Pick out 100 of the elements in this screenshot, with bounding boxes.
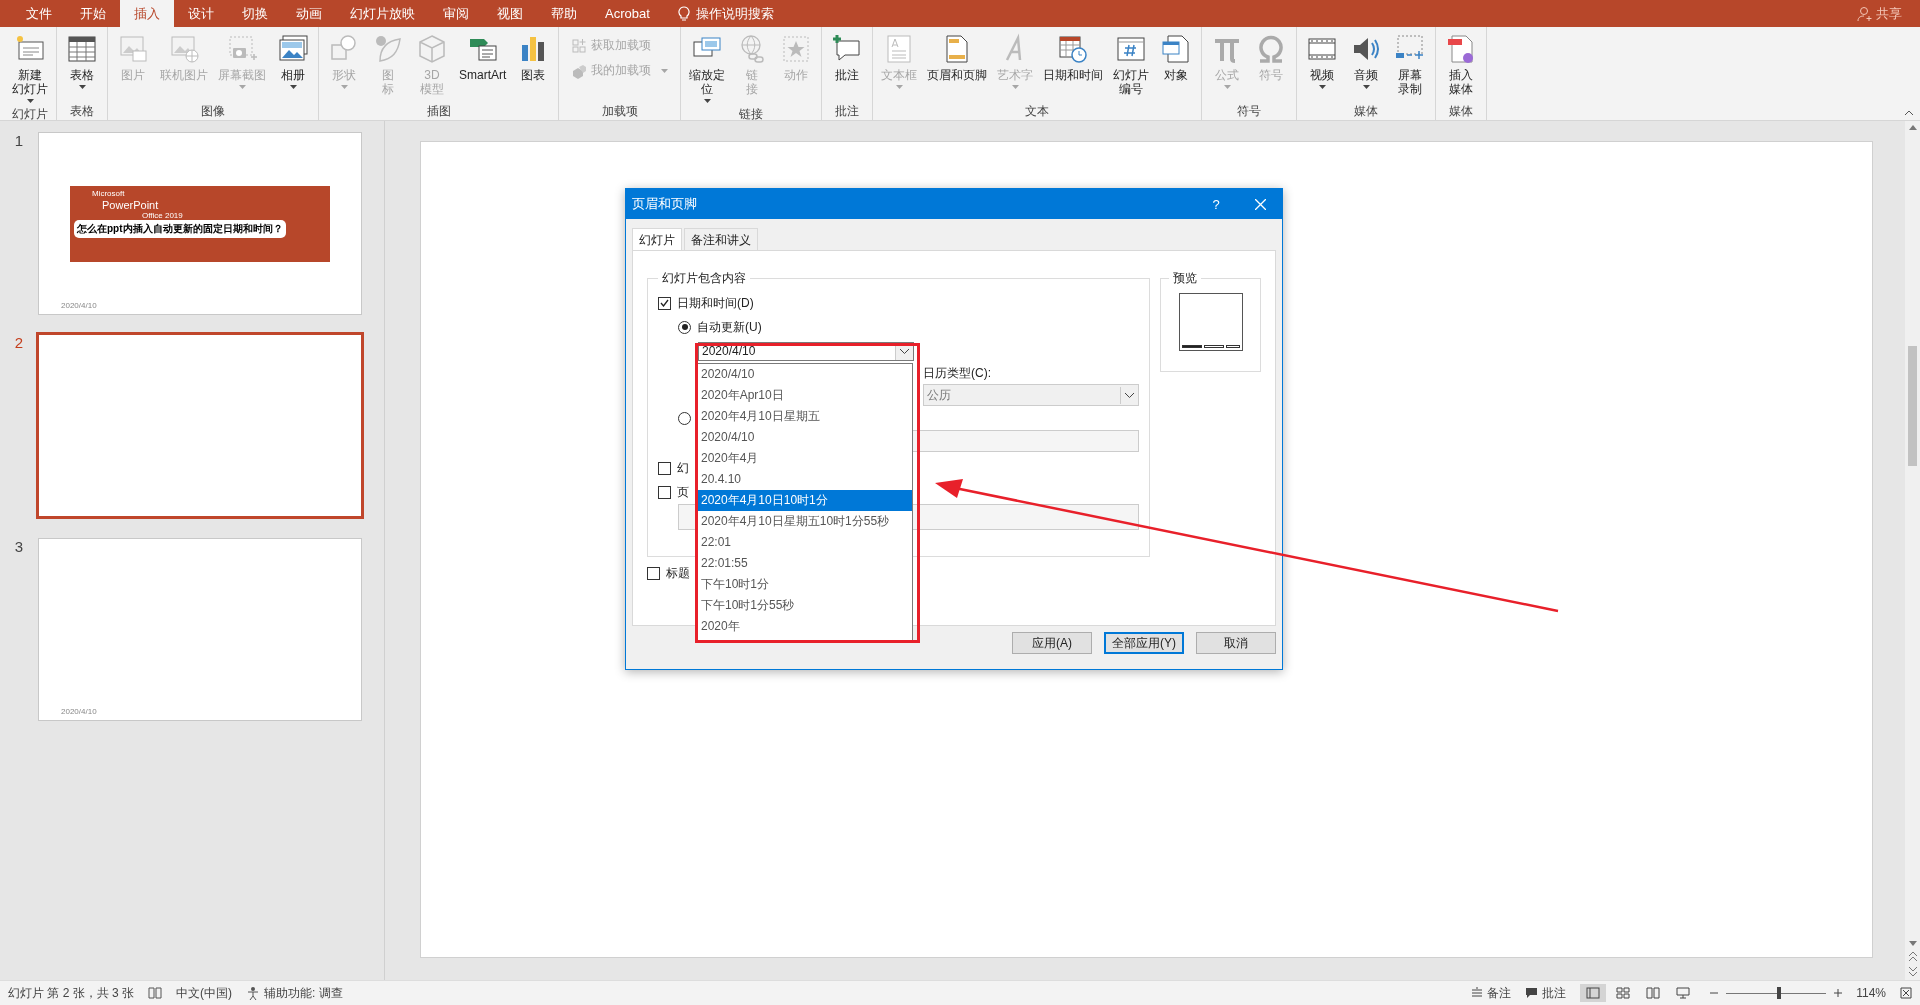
ribbon-button[interactable]: 音频 [1345,31,1388,102]
group-label: 批注 [835,103,860,120]
checkbox-label: 幻 [677,459,689,477]
ribbon-tab[interactable]: 审阅 [429,0,483,27]
accessibility-status[interactable]: 辅助功能: 调查 [264,984,343,1002]
ribbon-tab[interactable]: 切换 [228,0,282,27]
ribbon-button[interactable]: 相册 [272,31,314,102]
dialog-button[interactable]: 应用(A) [1012,632,1092,654]
ribbon-button[interactable]: SmartArt [455,31,511,102]
ribbon-button[interactable]: 视频 [1301,31,1344,102]
caret-icon [289,85,297,89]
ribbon-button[interactable]: 幻灯片 编号 [1109,31,1154,102]
list-option[interactable]: 2020/4/10 [698,364,912,385]
next-slide-icon [1908,967,1917,976]
group-label: 符号 [1237,103,1262,120]
slide-thumbnail[interactable] [36,332,364,519]
radio-button[interactable] [678,411,691,425]
group-label: 媒体 [1354,103,1379,120]
list-option[interactable]: 2020年 [698,616,912,637]
language[interactable]: 中文(中国) [176,984,233,1002]
ribbon-button[interactable]: 批注 [826,31,869,102]
ribbon-tab[interactable]: 动画 [282,0,336,27]
ribbon-button[interactable]: 新建 幻灯片 [8,31,52,105]
group-label: 加载项 [601,103,638,120]
view-button[interactable] [1580,984,1607,1002]
ribbon-button[interactable]: 缩放定 位 [685,31,730,105]
list-option[interactable]: 20.4.10 [698,469,912,490]
ribbon-button[interactable]: 页眉和页脚 [923,31,992,102]
dialog-tab[interactable]: 备注和讲义 [684,228,758,250]
normal-view-icon [1586,987,1601,999]
comments-button[interactable]: 批注 [1542,984,1567,1002]
checkbox[interactable] [647,566,660,580]
ribbon-button[interactable]: 插入 媒体 [1440,31,1483,102]
check-icon [660,299,669,307]
list-option[interactable]: 2020年Apr10日 [698,385,912,406]
ribbon-button[interactable]: 日期和时间 [1039,31,1108,102]
ribbon-button[interactable]: 屏幕 录制 [1389,31,1432,102]
ribbon-tab[interactable]: 文件 [12,0,66,27]
ribbon-button[interactable]: 表格 [61,31,103,102]
list-option[interactable]: 22:01 [698,532,912,553]
ribbon-tab[interactable]: 视图 [483,0,537,27]
slide-thumbnail[interactable]: 2020/4/10 [38,538,362,721]
slide-thumbnail[interactable]: Microsoft PowerPoint Office 2019 怎么在ppt内插入自动更新的固定日期和时间？ 2020/4/10 [38,132,362,315]
checkbox-label: 标题 [666,564,690,582]
checkbox-label: 日期和时间(D) [677,294,754,312]
close-icon [1254,198,1266,210]
ribbon-tab[interactable]: 设计 [174,0,228,27]
list-option[interactable]: 2020年4月10日星期五10时1分55秒 [698,511,912,532]
list-option[interactable]: 下午10时1分 [698,574,912,595]
dialog-title: 页眉和页脚 [632,195,697,213]
notes-button[interactable]: 备注 [1487,984,1512,1002]
list-option[interactable]: 2020/4/10 [698,427,912,448]
footer-date: 2020/4/10 [61,707,97,716]
list-option[interactable]: 2020年4月10日星期五 [698,406,912,427]
cube-icon [416,33,448,65]
list-option[interactable]: 22:01:55 [698,553,912,574]
calendar-dropdown[interactable]: 公历 [923,384,1139,406]
person-add-icon [1857,5,1873,22]
dialog-tab[interactable]: 幻灯片 [632,228,682,251]
grid-view-icon [1616,987,1631,999]
zoom-thumb[interactable] [1777,987,1782,999]
group-label: 表格 [70,103,94,120]
calendar-type-label: 日历类型(C): [923,365,992,382]
edition-text: Office 2019 [142,210,184,220]
blocks-icon [571,62,588,79]
logo-text: Microsoft [92,188,126,198]
zoom-level[interactable]: 114% [1856,986,1886,1000]
tell-me-search[interactable]: 操作说明搜索 [695,4,774,23]
ribbon-tab[interactable]: Acrobat [591,0,664,27]
ribbon-tab[interactable]: 幻灯片放映 [336,0,429,27]
ribbon-button[interactable]: 对象 [1155,31,1198,102]
list-option[interactable]: 下午10时1分55秒 [698,595,912,616]
table-icon [66,33,98,65]
ribbon-button[interactable]: 图表 [512,31,555,102]
dialog-button[interactable]: 取消 [1196,632,1276,654]
previous-slide-icon [1908,952,1917,961]
group-title: 幻灯片包含内容 [661,270,747,287]
zoom-out-icon [1710,989,1719,997]
radio-button[interactable] [678,320,691,334]
help-button[interactable]: ? [1194,196,1238,212]
list-option[interactable]: 2020年4月10日10时1分 [698,490,912,511]
ribbon-tab[interactable]: 插入 [120,0,174,27]
notes-icon [1471,987,1484,999]
group-label: 图像 [201,103,225,120]
checkbox[interactable] [658,461,671,475]
checkbox[interactable] [658,485,671,499]
spell-check-icon [148,986,163,1000]
add-grid-icon [571,37,588,54]
dialog-button[interactable]: 全部应用(Y) [1104,632,1184,654]
slide-number: 3 [13,538,25,555]
share-button[interactable]: 共享 [1876,4,1902,23]
caret-icon [1318,85,1326,89]
ribbon-tab[interactable]: 开始 [66,0,120,27]
ribbon-tab[interactable]: 帮助 [537,0,591,27]
list-option[interactable]: 2020年4月 [698,448,912,469]
comment-icon [1525,987,1539,999]
group-label: 插图 [426,103,451,120]
slide-count: 幻灯片 第 2 张，共 3 张 [8,984,135,1002]
checkbox[interactable] [658,296,671,310]
caret-icon [1011,85,1019,89]
